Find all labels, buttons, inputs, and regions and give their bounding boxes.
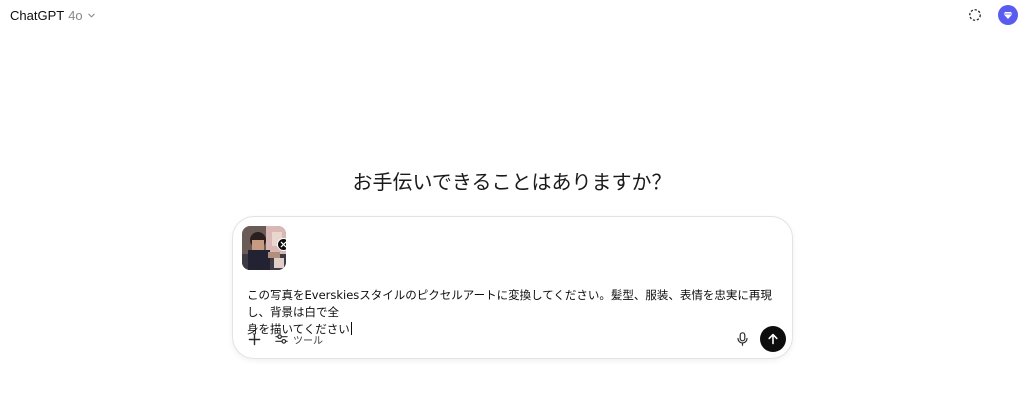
plus-icon bbox=[248, 333, 261, 346]
user-avatar[interactable] bbox=[998, 5, 1018, 25]
microphone-icon bbox=[736, 332, 748, 346]
user-avatar-icon bbox=[1002, 9, 1014, 21]
chevron-down-icon bbox=[87, 10, 97, 20]
temporary-chat-button[interactable] bbox=[966, 6, 984, 24]
remove-attachment-button[interactable] bbox=[277, 238, 286, 251]
tools-icon bbox=[275, 333, 288, 345]
model-name: ChatGPT bbox=[10, 7, 65, 23]
top-bar: ChatGPT 4o bbox=[0, 0, 1024, 30]
tools-label: ツール bbox=[293, 335, 323, 347]
prompt-input[interactable]: この写真をEverskiesスタイルのピクセルアートに変換してください。髪型、服… bbox=[247, 287, 777, 338]
message-composer: この写真をEverskiesスタイルのピクセルアートに変換してください。髪型、服… bbox=[232, 216, 793, 359]
send-button[interactable] bbox=[760, 326, 786, 352]
prompt-line-1: この写真をEverskiesスタイルのピクセルアートに変換してください。髪型、服… bbox=[247, 288, 772, 319]
image-attachment[interactable] bbox=[242, 226, 286, 270]
page-heading: お手伝いできることはありますか？ bbox=[352, 170, 672, 194]
temporary-chat-icon bbox=[968, 8, 982, 22]
text-caret bbox=[350, 322, 352, 335]
tools-button[interactable]: ツール bbox=[275, 332, 323, 347]
composer-toolbar: ツール bbox=[245, 329, 323, 349]
voice-input-button[interactable] bbox=[734, 331, 750, 347]
remove-attachment-icon bbox=[280, 241, 286, 248]
model-switcher[interactable]: ChatGPT 4o bbox=[10, 6, 97, 24]
model-version: 4o bbox=[68, 7, 83, 23]
arrow-up-icon bbox=[767, 333, 779, 345]
add-attachment-button[interactable] bbox=[245, 330, 263, 348]
